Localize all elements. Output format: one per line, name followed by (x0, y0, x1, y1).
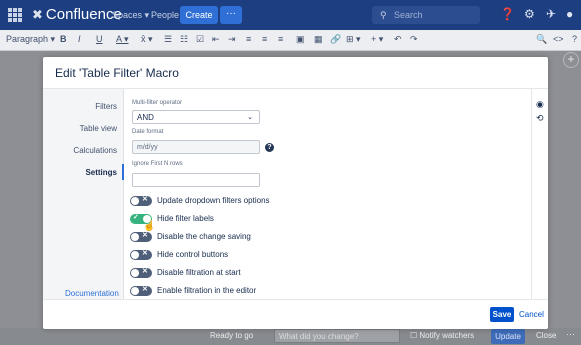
toggle-label: Enable filtration in the editor (157, 286, 257, 295)
more-formatting-dropdown[interactable]: x̂ ▾ (141, 34, 153, 45)
multi-filter-select[interactable]: AND ⌄ (132, 110, 260, 124)
align-center-icon[interactable]: ≡ (262, 34, 267, 44)
app-switcher-icon[interactable] (8, 8, 22, 22)
help-icon[interactable]: ❓ (500, 7, 515, 21)
multi-filter-label: Multi-filter operator (132, 100, 183, 106)
help-shortcuts-icon[interactable]: ? (572, 34, 577, 44)
toggle-switch[interactable]: ✕ (130, 196, 152, 206)
settings-panel: Multi-filter operator AND ⌄ Date format … (125, 89, 529, 299)
image-icon[interactable]: ▦ (314, 34, 323, 45)
date-format-label: Date format (132, 129, 164, 135)
ignore-rows-input[interactable] (132, 173, 260, 187)
outdent-icon[interactable]: ⇤ (212, 34, 220, 45)
editor-toolbar: Paragraph ▾ B I U A ▾ x̂ ▾ ☰ ☷ ☑ ⇤ ⇥ ≡ ≡… (0, 30, 581, 51)
ready-status: Ready to go (210, 331, 254, 340)
numbered-list-icon[interactable]: ☷ (180, 34, 188, 45)
spaces-menu[interactable]: Spaces ▾ (112, 10, 149, 21)
source-editor-icon[interactable]: <> (553, 34, 564, 44)
macro-dialog: Edit 'Table Filter' Macro Filters Table … (43, 57, 548, 329)
multi-filter-value: AND (137, 113, 154, 122)
documentation-link[interactable]: Documentation (65, 289, 119, 298)
add-icon[interactable]: + (563, 52, 579, 68)
chevron-down-icon: ⌄ (247, 114, 253, 121)
italic-button[interactable]: I (78, 34, 81, 44)
task-list-icon[interactable]: ☑ (196, 34, 204, 45)
table-dropdown[interactable]: ⊞ ▾ (346, 34, 361, 45)
dialog-title: Edit 'Table Filter' Macro (55, 66, 179, 80)
undo-icon[interactable]: ↶ (394, 34, 402, 45)
save-button[interactable]: Save (490, 307, 514, 322)
insert-dropdown[interactable]: + ▾ (371, 34, 383, 45)
date-format-input[interactable]: m/d/yy (132, 140, 260, 154)
close-icon: ✕ (142, 196, 148, 203)
bold-button[interactable]: B (60, 34, 67, 44)
dialog-sidebar: Filters Table view Calculations Settings… (43, 89, 124, 299)
close-icon: ✕ (142, 268, 148, 275)
underline-button[interactable]: U (96, 34, 103, 44)
brand-name: Confluence (45, 6, 122, 23)
toggle-label: Hide filter labels (157, 214, 214, 223)
active-tab-indicator (122, 164, 124, 180)
toggle-switch[interactable]: ✕ (130, 250, 152, 260)
sidebar-item-calculations[interactable]: Calculations (73, 146, 117, 155)
create-button[interactable]: Create (180, 6, 218, 24)
align-left-icon[interactable]: ≡ (246, 34, 251, 44)
notify-watchers-label: Notify watchers (419, 331, 475, 340)
toggle-label: Update dropdown filters options (157, 196, 270, 205)
dialog-footer-divider (43, 299, 548, 300)
date-format-help-icon[interactable]: ? (265, 143, 274, 152)
close-icon: ✕ (142, 250, 148, 257)
find-replace-icon[interactable]: 🔍 (536, 34, 547, 45)
close-icon: ✕ (142, 232, 148, 239)
link-icon[interactable]: 🔗 (330, 34, 341, 45)
close-icon: ✕ (142, 286, 148, 293)
close-button[interactable]: Close (536, 331, 556, 340)
update-button[interactable]: Update (491, 329, 525, 344)
paragraph-style-dropdown[interactable]: Paragraph ▾ (6, 34, 55, 45)
search-placeholder: Search (394, 10, 423, 20)
indent-icon[interactable]: ⇥ (228, 34, 236, 45)
sidebar-item-table-view[interactable]: Table view (80, 124, 117, 133)
sidebar-item-filters[interactable]: Filters (95, 102, 117, 111)
top-navigation: ✖ Confluence Spaces ▾ People Create ··· ⚲… (0, 0, 581, 30)
notify-watchers-checkbox[interactable]: ☐ Notify watchers (410, 331, 474, 340)
toggle-switch[interactable]: ✕ (130, 286, 152, 296)
toggle-switch[interactable]: ✕ (130, 232, 152, 242)
confluence-mark-icon: ✖ (32, 7, 43, 22)
bottom-bar: Ready to go What did you change? ☐ Notif… (0, 328, 581, 345)
settings-icon[interactable]: ⚙ (524, 7, 535, 21)
page-layout-icon[interactable]: ▣ (296, 34, 305, 45)
search-icon: ⚲ (380, 10, 387, 20)
create-more-button[interactable]: ··· (220, 6, 242, 24)
toggle-label: Hide control buttons (157, 250, 229, 259)
more-options-button[interactable]: ··· (566, 329, 575, 339)
preview-sidebar: ◉ ⟲ (531, 89, 549, 299)
redo-icon[interactable]: ↷ (410, 34, 418, 45)
confluence-logo[interactable]: ✖ Confluence (32, 6, 122, 23)
toggle-label: Disable the change saving (157, 232, 251, 241)
search-input[interactable]: ⚲ Search (372, 6, 480, 24)
sidebar-item-settings[interactable]: Settings (85, 168, 117, 177)
toggle-label: Disable filtration at start (157, 268, 241, 277)
change-comment-input[interactable]: What did you change? (274, 329, 400, 343)
cancel-button[interactable]: Cancel (519, 310, 544, 319)
align-right-icon[interactable]: ≡ (278, 34, 283, 44)
bullet-list-icon[interactable]: ☰ (164, 34, 172, 45)
notifications-icon[interactable]: ✈ (546, 7, 556, 21)
people-link[interactable]: People (151, 10, 179, 20)
check-icon: ✓ (133, 214, 139, 221)
toggle-switch[interactable]: ✕ (130, 268, 152, 278)
ignore-rows-label: Ignore First N rows (132, 161, 183, 167)
text-color-dropdown[interactable]: A ▾ (116, 34, 129, 45)
avatar[interactable]: ● (566, 7, 573, 21)
preview-eye-icon[interactable]: ◉ (536, 99, 544, 110)
refresh-icon[interactable]: ⟲ (536, 113, 544, 124)
